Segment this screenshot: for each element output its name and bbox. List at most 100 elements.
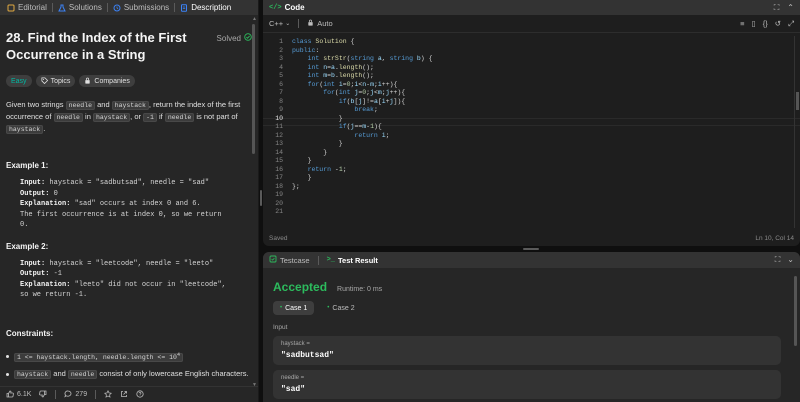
example-1: Example 1: Input: haystack = "sadbutsad"… <box>6 161 252 231</box>
format-icon[interactable]: ≡ <box>740 19 744 29</box>
code-title-label: Code <box>284 3 305 12</box>
tab-solutions-label: Solutions <box>68 3 102 12</box>
thumbs-up-icon <box>6 390 14 400</box>
statement-text: in <box>82 112 93 121</box>
toolbar-divider <box>298 19 300 28</box>
mode-label: Auto <box>317 19 333 28</box>
document-icon <box>180 3 188 12</box>
comment-count: 279 <box>75 391 88 398</box>
companies-button[interactable]: Companies <box>79 75 135 87</box>
fullscreen-icon[interactable]: ⛶ <box>774 3 780 13</box>
auto-mode-toggle[interactable]: Auto <box>307 19 333 28</box>
inline-code: needle <box>65 101 96 110</box>
status-dot-icon: • <box>280 305 283 311</box>
tab-solutions[interactable]: Solutions <box>53 0 107 15</box>
scrollbar-thumb[interactable] <box>794 276 797 346</box>
bar-divider <box>95 390 97 399</box>
constraint-text-part: consist of only lowercase English charac… <box>97 368 249 378</box>
share-button[interactable] <box>120 390 128 400</box>
favorite-button[interactable] <box>104 389 113 400</box>
code-editor[interactable]: 1 2 3 4 5 6 7 8 9 10 11 12 13 14 15 16 17 18 19 20 21 class … <box>263 36 800 228</box>
collapse-icon[interactable]: ⌄ <box>787 255 794 265</box>
constraint-code: 1 <= haystack.length, needle.length <= 1… <box>17 353 177 361</box>
history-icon <box>113 4 121 12</box>
fullscreen-icon[interactable]: ⛶ <box>775 255 781 265</box>
param-value[interactable]: "sadbutsad" <box>281 351 773 360</box>
language-select[interactable]: C++ ⌄ <box>269 19 290 28</box>
splitter-grip[interactable] <box>260 190 262 206</box>
example-output-label: Output: <box>20 270 50 278</box>
scrollbar-thumb[interactable] <box>252 24 255 154</box>
collapse-icon[interactable]: ⌃ <box>787 3 794 13</box>
terminal-icon: >_ <box>326 256 336 264</box>
checkbox-icon <box>269 255 277 265</box>
code-lines[interactable]: class Solution { public: int strStr(stri… <box>292 36 432 191</box>
editor-scrollbar[interactable] <box>794 36 800 228</box>
statement-text: Given two strings <box>6 100 66 109</box>
problem-title[interactable]: 28. Find the Index of the First Occurren… <box>6 29 202 63</box>
comments-button[interactable]: 279 <box>64 390 87 400</box>
book-icon <box>7 4 15 12</box>
chevron-down-icon: ⌄ <box>285 21 291 27</box>
constraint-text: 1 <= haystack.length, needle.length <= 1… <box>14 350 183 363</box>
constraints-heading: Constraints: <box>6 328 54 338</box>
line-number: 9 <box>279 106 283 113</box>
case-tabs: • Case 1 • Case 2 <box>263 294 800 315</box>
test-scrollbar[interactable] <box>794 272 797 398</box>
splitter-grip[interactable] <box>523 248 539 250</box>
line-number: 12 <box>275 131 283 139</box>
example-body: Input: haystack = "leetcode", needle = "… <box>6 259 252 301</box>
line-number: 4 <box>279 63 283 71</box>
example-input-label: Input: <box>20 259 46 268</box>
tab-testcase[interactable]: Testcase <box>269 255 310 265</box>
tab-description[interactable]: Description <box>175 0 236 15</box>
help-button[interactable] <box>136 389 144 400</box>
line-number: 3 <box>279 55 283 62</box>
problem-statement: Given two strings needle and haystack, r… <box>6 99 252 135</box>
editor-status-bar: Saved Ln 10, Col 14 <box>263 230 800 246</box>
scrollbar-thumb[interactable] <box>796 92 799 110</box>
line-number: 10 <box>275 114 283 122</box>
test-header-actions: ⛶ ⌄ <box>775 255 794 265</box>
flask-icon <box>58 4 66 12</box>
example-input: haystack = "sadbutsad", needle = "sad" <box>45 179 210 187</box>
case-2-tab[interactable]: • Case 2 <box>320 301 361 315</box>
inline-code: -1 <box>143 113 157 122</box>
lock-icon <box>84 77 91 86</box>
line-number: 14 <box>275 148 283 156</box>
inline-code: haystack <box>111 101 149 110</box>
editor-toolbar-left: C++ ⌄ Auto <box>269 19 333 28</box>
inline-code: needle <box>53 113 83 122</box>
reset-icon[interactable]: ↺ <box>775 19 781 29</box>
inline-code: haystack <box>14 369 52 379</box>
inline-code: 1 <= haystack.length, needle.length <= 1… <box>14 352 183 362</box>
star-icon <box>104 389 113 400</box>
tab-submissions[interactable]: Submissions <box>108 0 174 15</box>
status-dot-icon: • <box>327 305 330 311</box>
example-output: -1 <box>49 270 63 278</box>
line-number: 5 <box>279 72 283 79</box>
line-number: 8 <box>279 97 283 105</box>
param-name: haystack = <box>281 341 310 347</box>
code-brackets-icon: </> <box>269 3 282 12</box>
param-value[interactable]: "sad" <box>281 385 773 394</box>
case-1-tab[interactable]: • Case 1 <box>273 301 315 315</box>
language-label: C++ <box>269 19 284 28</box>
like-button[interactable]: 6.1K <box>6 390 31 400</box>
check-circle-icon <box>244 33 252 43</box>
topics-button[interactable]: Topics <box>35 75 76 87</box>
topics-label: Topics <box>50 77 71 85</box>
bullet <box>6 354 9 358</box>
description-scrollbar[interactable]: ▲ ▼ <box>252 16 257 388</box>
line-number: 17 <box>275 174 283 181</box>
tab-editorial[interactable]: Editorial <box>2 0 52 15</box>
code-header-actions: ⛶ ⌃ <box>774 3 794 13</box>
input-section-label: Input <box>273 324 288 331</box>
bookmark-icon[interactable]: ▯ <box>752 19 756 29</box>
expand-icon[interactable]: ⤢ <box>788 19 794 29</box>
braces-icon[interactable]: {} <box>763 19 768 29</box>
dislike-button[interactable] <box>39 390 47 400</box>
tab-test-result[interactable]: >_ Test Result <box>327 256 378 265</box>
line-number: 15 <box>275 157 283 164</box>
scroll-up-icon[interactable]: ▲ <box>252 16 257 22</box>
